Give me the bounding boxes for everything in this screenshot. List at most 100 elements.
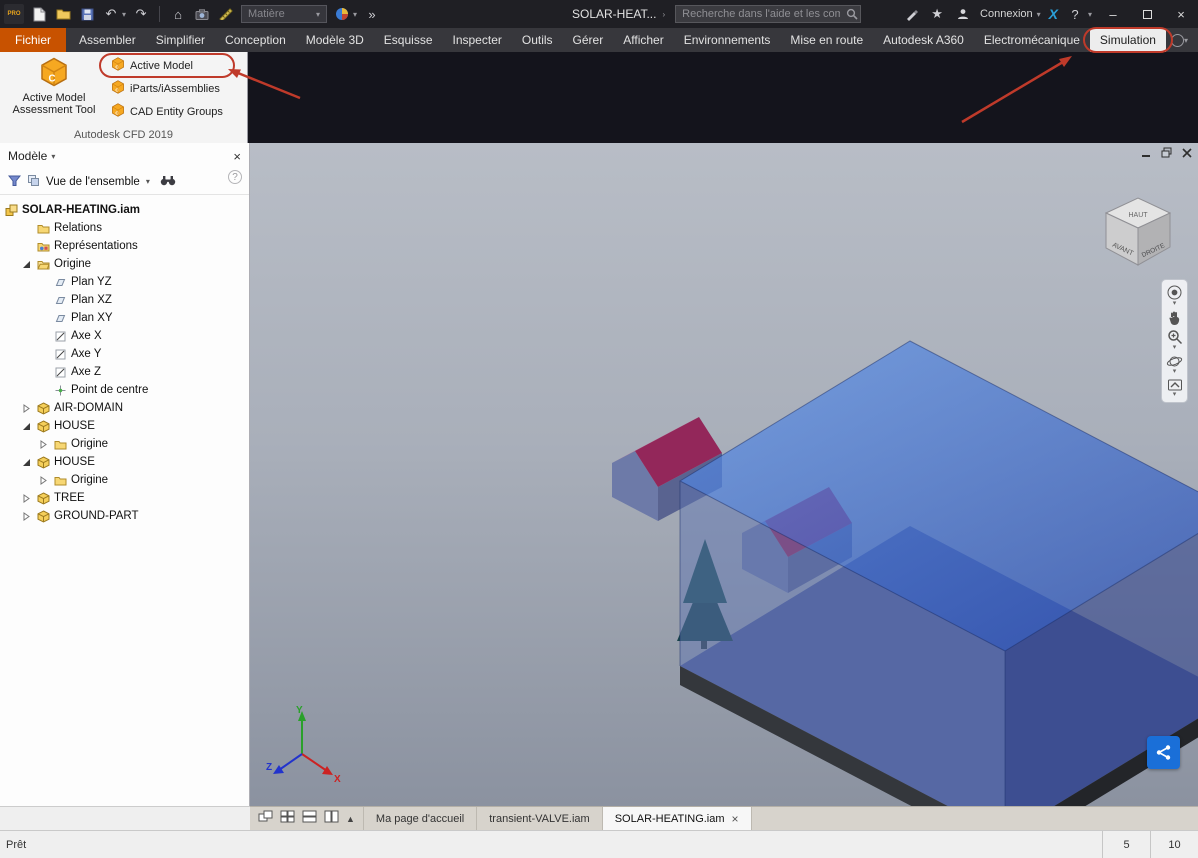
tab-afficher[interactable]: Afficher xyxy=(613,28,673,52)
orbit-button[interactable]: ▾ xyxy=(1166,354,1183,375)
view-filter-icon[interactable] xyxy=(27,174,40,190)
maximize-button[interactable] xyxy=(1134,0,1160,28)
search-icon[interactable] xyxy=(846,8,858,23)
tab-environnements[interactable]: Environnements xyxy=(674,28,781,52)
tab-simplifier[interactable]: Simplifier xyxy=(146,28,215,52)
new-file-button[interactable] xyxy=(30,5,48,23)
capture-button[interactable] xyxy=(193,5,211,23)
tab-g-rer[interactable]: Gérer xyxy=(563,28,614,52)
connexion-button[interactable]: Connexion xyxy=(980,8,1033,20)
tree-item-7-axe-x[interactable]: Axe X xyxy=(0,327,249,345)
tree-item-4-plan-yz[interactable]: Plan YZ xyxy=(0,273,249,291)
expander-open-icon[interactable] xyxy=(21,458,32,467)
expander-open-icon[interactable] xyxy=(21,260,32,269)
tree-item-8-axe-y[interactable]: Axe Y xyxy=(0,345,249,363)
open-button[interactable] xyxy=(54,5,72,23)
tree-item-14-house[interactable]: HOUSE xyxy=(0,453,249,471)
browser-title-caret-icon[interactable]: ▾ xyxy=(51,152,55,161)
pan-button[interactable] xyxy=(1167,310,1182,326)
viewcube[interactable]: HAUT AVANT DROITE xyxy=(1104,197,1172,266)
browser-help-icon[interactable]: ? xyxy=(228,170,242,184)
ribbon-options-button[interactable]: ▾ xyxy=(1170,28,1198,52)
title-breadcrumb-arrow-icon[interactable]: › xyxy=(662,10,665,19)
home-button[interactable]: ⌂ xyxy=(169,5,187,23)
expander-open-icon[interactable] xyxy=(21,422,32,431)
help-search-input[interactable] xyxy=(675,5,862,23)
close-button[interactable]: × xyxy=(1168,0,1194,28)
split-horizontal-icon[interactable] xyxy=(302,810,317,828)
tree-item-15-origine[interactable]: Origine xyxy=(0,471,249,489)
exchange-apps-icon[interactable]: X xyxy=(1049,6,1058,22)
doc-tab-solar-heating-iam[interactable]: SOLAR-HEATING.iam × xyxy=(602,807,752,830)
active-model-assessment-tool-button[interactable]: C Active Model Assessment Tool xyxy=(6,57,102,116)
zoom-button[interactable]: ▾ xyxy=(1167,329,1183,351)
doc-minimize-button[interactable] xyxy=(1141,148,1151,158)
filter-funnel-icon[interactable] xyxy=(7,174,22,190)
appearance-caret-icon[interactable]: ▾ xyxy=(353,10,357,19)
wheel-caret-icon[interactable]: ▾ xyxy=(1173,300,1177,307)
tree-item-16-tree[interactable]: TREE xyxy=(0,489,249,507)
doc-tab-transient-valve-iam[interactable]: transient-VALVE.iam xyxy=(477,807,603,830)
tab-fichier[interactable]: Fichier xyxy=(0,28,67,52)
expander-closed-icon[interactable] xyxy=(38,439,49,449)
view-filter-label[interactable]: Vue de l'ensemble xyxy=(46,176,140,188)
expander-closed-icon[interactable] xyxy=(21,403,32,413)
view-filter-caret-icon[interactable]: ▾ xyxy=(146,177,150,186)
tab-mod-le-3d[interactable]: Modèle 3D xyxy=(296,28,374,52)
redo-button[interactable]: ↷ xyxy=(132,5,150,23)
undo-caret-icon[interactable]: ▾ xyxy=(122,10,126,19)
tab-conception[interactable]: Conception xyxy=(215,28,296,52)
share-button[interactable] xyxy=(1147,736,1180,769)
tree-item-9-axe-z[interactable]: Axe Z xyxy=(0,363,249,381)
tab-autodesk-a360[interactable]: Autodesk A360 xyxy=(873,28,974,52)
measure-button[interactable] xyxy=(217,5,235,23)
tile-windows-icon[interactable] xyxy=(280,810,295,828)
tab-outils[interactable]: Outils xyxy=(512,28,563,52)
connexion-caret-icon[interactable]: ▾ xyxy=(1037,10,1041,19)
tree-item-0-solar-heating-iam[interactable]: SOLAR-HEATING.iam xyxy=(0,201,249,219)
look-at-button[interactable]: ▾ xyxy=(1167,378,1183,398)
tree-item-5-plan-xz[interactable]: Plan XZ xyxy=(0,291,249,309)
full-navigation-wheel-button[interactable]: ▾ xyxy=(1166,284,1183,307)
overflow-chevron-button[interactable]: » xyxy=(363,5,381,23)
undo-button[interactable]: ↶ xyxy=(102,5,120,23)
expander-closed-icon[interactable] xyxy=(21,493,32,503)
expand-tabbar-icon[interactable]: ▲ xyxy=(346,814,355,824)
tree-item-1-relations[interactable]: Relations xyxy=(0,219,249,237)
ribbon-item-active-model[interactable]: C Active Model xyxy=(99,53,235,78)
tab-inspecter[interactable]: Inspecter xyxy=(443,28,512,52)
look-caret-icon[interactable]: ▾ xyxy=(1173,391,1177,398)
help-caret-icon[interactable]: ▾ xyxy=(1088,10,1092,19)
material-dropdown[interactable]: Matière ▾ xyxy=(241,5,328,23)
split-vertical-icon[interactable] xyxy=(324,810,339,828)
doc-close-button[interactable] xyxy=(1182,147,1192,158)
ribbon-item-iparts-iassemblies[interactable]: CiParts/iAssemblies xyxy=(106,79,228,98)
cascade-windows-icon[interactable] xyxy=(258,810,273,828)
tree-item-13-origine[interactable]: Origine xyxy=(0,435,249,453)
tree-item-11-air-domain[interactable]: AIR-DOMAIN xyxy=(0,399,249,417)
tree-item-6-plan-xy[interactable]: Plan XY xyxy=(0,309,249,327)
appearance-sphere-button[interactable] xyxy=(333,5,351,23)
ribbon-item-cad-entity-groups[interactable]: C CAD Entity Groups xyxy=(106,102,228,121)
tab-simulation[interactable]: Simulation xyxy=(1082,27,1173,53)
tree-item-3-origine[interactable]: Origine xyxy=(0,255,249,273)
orbit-caret-icon[interactable]: ▾ xyxy=(1173,368,1177,375)
sign-pen-icon[interactable] xyxy=(902,5,920,23)
help-button[interactable]: ? xyxy=(1066,5,1084,23)
minimize-button[interactable]: – xyxy=(1100,0,1126,28)
tab-electrom-canique[interactable]: Electromécanique xyxy=(974,28,1090,52)
tree-item-12-house[interactable]: HOUSE xyxy=(0,417,249,435)
tab-mise-en-route[interactable]: Mise en route xyxy=(780,28,873,52)
doc-tab-ma-page-d-accueil[interactable]: Ma page d'accueil xyxy=(364,807,478,830)
doc-restore-button[interactable] xyxy=(1161,147,1172,158)
doc-tab-close-icon[interactable]: × xyxy=(732,812,739,826)
find-binoculars-icon[interactable] xyxy=(160,175,176,189)
tree-item-10-point-de-centre[interactable]: Point de centre xyxy=(0,381,249,399)
tab-esquisse[interactable]: Esquisse xyxy=(374,28,443,52)
tab-assembler[interactable]: Assembler xyxy=(69,28,146,52)
save-button[interactable] xyxy=(78,5,96,23)
favorites-star-icon[interactable]: ★ xyxy=(928,5,946,23)
viewport-3d[interactable]: HAUT AVANT DROITE Y X Z ▾ ▾ ▾ ▾ xyxy=(250,143,1198,806)
browser-close-button[interactable]: × xyxy=(233,149,241,164)
tree-item-17-ground-part[interactable]: GROUND-PART xyxy=(0,507,249,525)
